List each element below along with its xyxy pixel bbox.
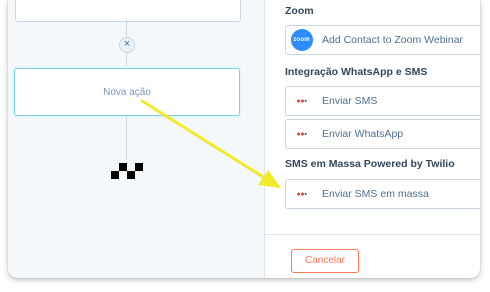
action-selection-panel: Zoom zoom Add Contact to Zoom Webinar In… (264, 0, 480, 278)
panel-footer: Cancelar (265, 234, 480, 278)
finish-flag-icon (111, 163, 143, 179)
new-action-label: Nova ação (103, 86, 151, 98)
connector-line (126, 52, 127, 68)
section-title-twilio: SMS em Massa Powered by Twilio (285, 158, 455, 170)
option-label: Enviar SMS (322, 95, 378, 107)
section-title-whatsapp-sms: Integração WhatsApp e SMS (285, 66, 428, 78)
panel-scroll-area[interactable]: Zoom zoom Add Contact to Zoom Webinar In… (265, 0, 480, 234)
section-title-zoom: Zoom (285, 5, 314, 17)
option-label: Enviar WhatsApp (322, 128, 404, 140)
connector-line (126, 116, 127, 160)
option-enviar-whatsapp[interactable]: ●●▪ Enviar WhatsApp (285, 119, 480, 149)
connector-line (126, 20, 127, 37)
sms-provider-icon: ●●▪ (296, 190, 307, 198)
option-enviar-sms-em-massa[interactable]: ●●▪ Enviar SMS em massa (285, 179, 480, 209)
sms-provider-icon: ●●▪ (296, 97, 307, 105)
option-enviar-sms[interactable]: ●●▪ Enviar SMS (285, 86, 480, 116)
zoom-icon: zoom (290, 29, 313, 51)
option-label: Enviar SMS em massa (322, 188, 429, 200)
cancel-button[interactable]: Cancelar (291, 249, 359, 273)
option-label: Add Contact to Zoom Webinar (322, 34, 464, 46)
option-add-contact-zoom-webinar[interactable]: zoom Add Contact to Zoom Webinar (285, 25, 480, 55)
previous-action-card[interactable] (15, 0, 241, 22)
workflow-editor-window: × Nova ação Zoom zoom Add Contact to Zoo… (8, 0, 480, 278)
remove-action-button[interactable]: × (119, 37, 135, 53)
workflow-canvas: × Nova ação (8, 0, 263, 278)
sms-provider-icon: ●●▪ (296, 130, 307, 138)
new-action-card[interactable]: Nova ação (14, 68, 240, 116)
